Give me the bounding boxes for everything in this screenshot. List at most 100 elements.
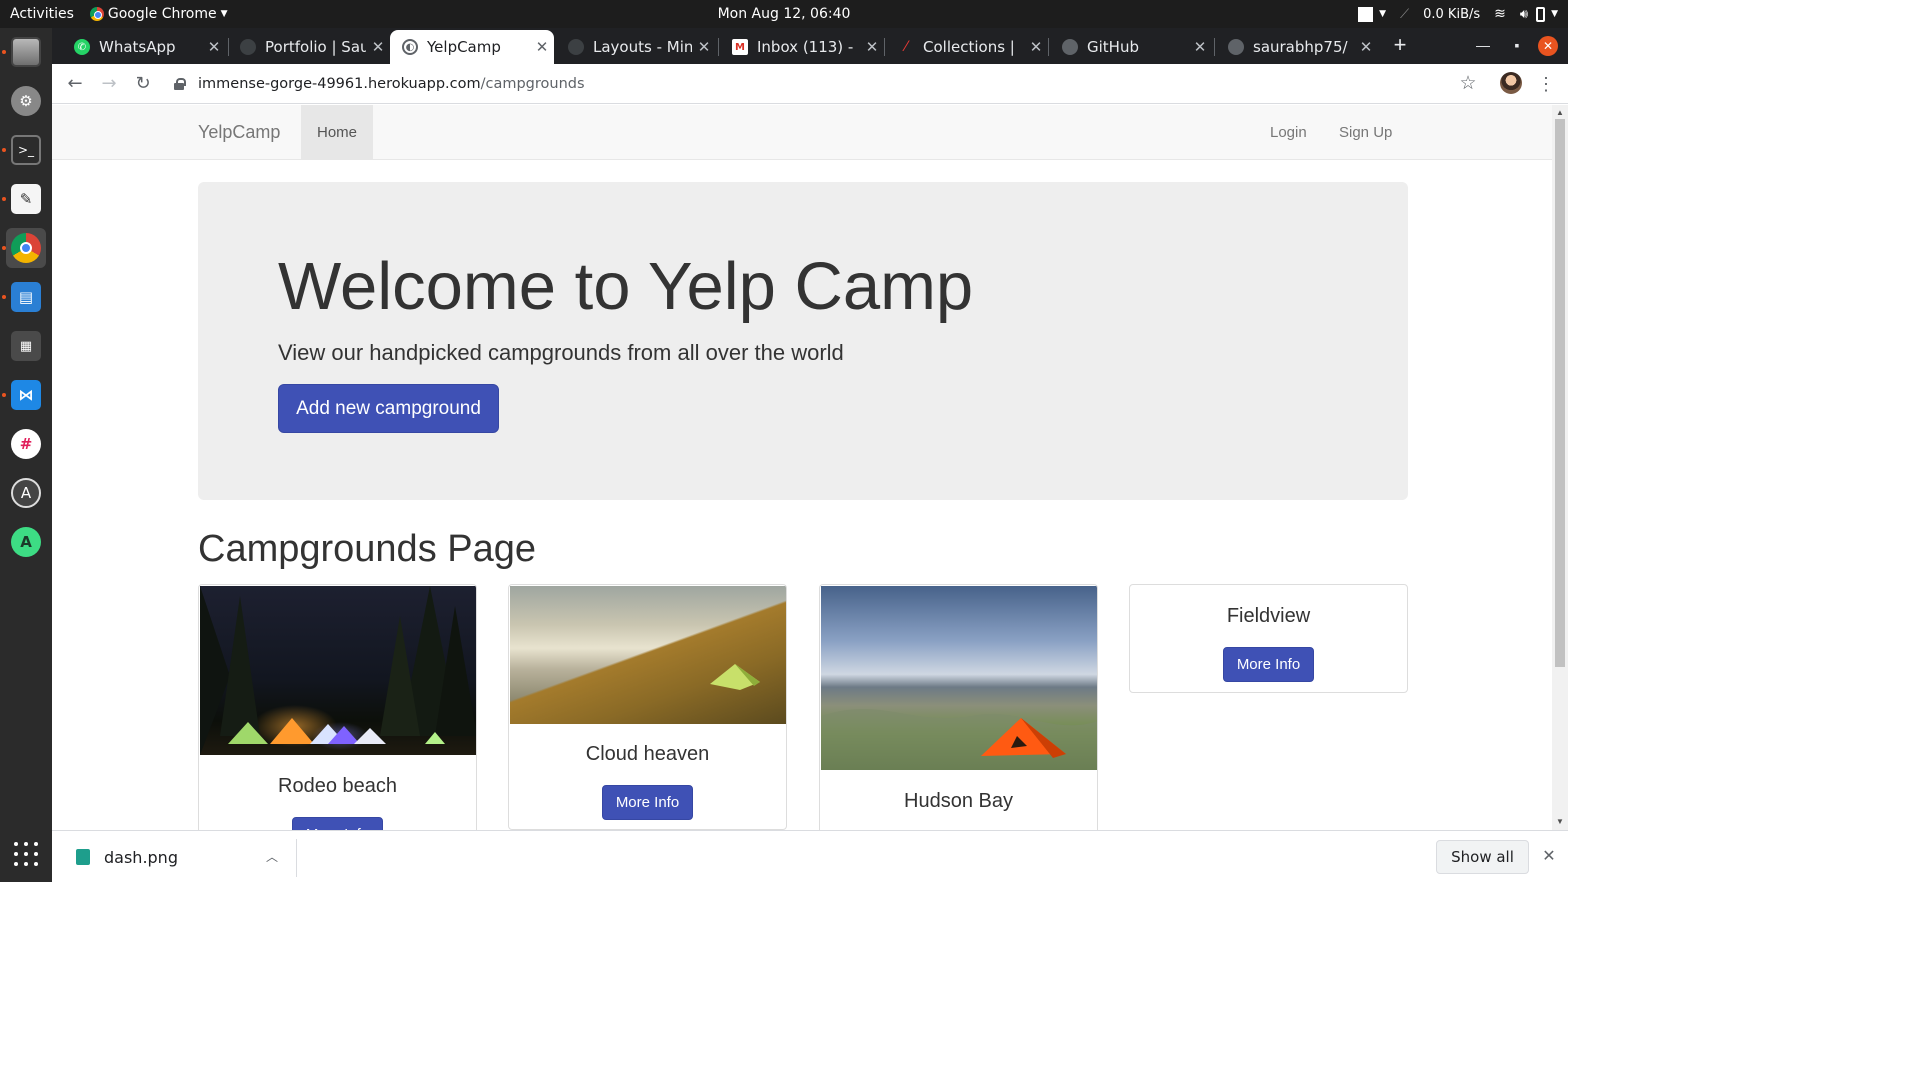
url-path: /campgrounds — [480, 76, 585, 92]
system-tray[interactable]: ▼ ⟋ 0.0 KiB/s ≋ 🔊︎ ▼ — [1358, 0, 1558, 28]
software-center-icon: A — [11, 478, 41, 508]
site-brand[interactable]: YelpCamp — [198, 105, 280, 160]
tab-title: WhatsApp — [99, 38, 176, 56]
tab-yelpcamp[interactable]: ◐ YelpCamp ✕ — [390, 30, 554, 64]
campground-image[interactable] — [510, 586, 786, 724]
tab-layouts[interactable]: Layouts - Min ✕ — [556, 30, 716, 64]
back-button[interactable]: ← — [62, 71, 88, 97]
globe-icon — [240, 39, 256, 55]
slack-icon: # — [11, 429, 41, 459]
clock[interactable]: Mon Aug 12, 06:40 — [718, 6, 851, 22]
close-window-button[interactable]: ✕ — [1538, 36, 1558, 56]
nav-signup-link[interactable]: Sign Up — [1339, 105, 1392, 160]
image-file-icon — [76, 849, 90, 865]
reload-button[interactable]: ↻ — [130, 71, 156, 97]
scroll-up-icon[interactable]: ▲ — [1556, 108, 1564, 117]
tab-saurabhp75[interactable]: saurabhp75/ ✕ — [1216, 30, 1378, 64]
dock-calculator[interactable]: ▦ — [6, 326, 46, 366]
dock-vscode[interactable]: ⋈ — [2, 375, 46, 415]
window-indicator-icon[interactable] — [1358, 6, 1374, 22]
nav-home-link[interactable]: Home — [301, 105, 373, 160]
dock-software-center[interactable]: A — [6, 473, 46, 513]
tab-collections[interactable]: ⁄ Collections | ✕ — [886, 30, 1048, 64]
close-icon[interactable]: ✕ — [860, 38, 884, 56]
maximize-button[interactable]: ▪ — [1504, 32, 1530, 58]
close-icon[interactable]: ✕ — [1188, 38, 1212, 56]
menu-kebab-icon[interactable]: ⋮ — [1536, 71, 1556, 97]
globe-icon: ◐ — [402, 39, 418, 55]
tab-strip: ✆ WhatsApp ✕ Portfolio | Sau ✕ ◐ YelpCam… — [52, 28, 1568, 64]
more-info-button[interactable]: More Info — [602, 785, 693, 820]
whatsapp-icon: ✆ — [74, 39, 90, 55]
files-icon — [11, 37, 41, 67]
tab-inbox[interactable]: M Inbox (113) - ✕ — [720, 30, 884, 64]
close-icon[interactable]: ✕ — [366, 38, 390, 56]
url-host: immense-gorge-49961.herokuapp.com — [198, 76, 481, 92]
avatar[interactable] — [1500, 72, 1522, 94]
download-shelf: dash.png ︿ Show all ✕ — [52, 830, 1568, 882]
show-all-button[interactable]: Show all — [1436, 840, 1529, 874]
close-icon[interactable]: ✕ — [1538, 845, 1560, 869]
close-icon[interactable]: ✕ — [692, 38, 716, 56]
campground-name: Fieldview — [1226, 605, 1311, 627]
section-title: Campgrounds Page — [198, 528, 536, 570]
close-icon[interactable]: ✕ — [1024, 38, 1048, 56]
more-info-button[interactable]: More Info — [292, 817, 383, 830]
campground-image[interactable] — [821, 586, 1097, 770]
tab-whatsapp[interactable]: ✆ WhatsApp ✕ — [62, 30, 226, 64]
close-icon[interactable]: ✕ — [202, 38, 226, 56]
address-bar[interactable]: immense-gorge-49961.herokuapp.com/campgr… — [174, 70, 1444, 98]
campground-card: Rodeo beach More Info — [198, 584, 477, 830]
nav-login-link[interactable]: Login — [1270, 105, 1307, 160]
forward-button[interactable]: → — [96, 71, 122, 97]
page-title: Welcome to Yelp Camp — [278, 249, 974, 324]
add-campground-button[interactable]: Add new campground — [278, 384, 499, 433]
writer-icon: ▤ — [11, 282, 41, 312]
scroll-down-icon[interactable]: ▼ — [1556, 817, 1564, 826]
new-tab-button[interactable]: + — [1386, 32, 1414, 58]
battery-icon — [1536, 6, 1546, 22]
browser-toolbar: ← → ↻ immense-gorge-49961.herokuapp.com /… — [52, 64, 1568, 104]
system-top-bar: Activities Google Chrome ▼ Mon Aug 12, 0… — [0, 0, 1568, 28]
campground-image[interactable] — [200, 586, 476, 755]
volume-icon: 🔊︎ — [1519, 6, 1529, 22]
show-applications-icon[interactable] — [14, 842, 38, 866]
chrome-icon — [89, 7, 104, 21]
chevron-down-icon: ▼ — [1379, 9, 1387, 19]
dock-files[interactable] — [2, 32, 46, 72]
dock-tools[interactable]: ⚙ — [6, 81, 46, 121]
tab-portfolio[interactable]: Portfolio | Sau ✕ — [228, 30, 390, 64]
gmail-icon: M — [732, 39, 748, 55]
download-item[interactable]: dash.png — [104, 831, 178, 883]
dock: ⚙ >_ ✎ ▤ ▦ ⋈ # A A — [0, 28, 52, 882]
minimize-button[interactable]: — — [1470, 32, 1496, 58]
app-menu[interactable]: Google Chrome ▼ — [89, 6, 228, 22]
terminal-icon: >_ — [11, 135, 41, 165]
net-speed: 0.0 KiB/s — [1423, 6, 1481, 22]
dock-chrome[interactable] — [2, 228, 46, 268]
activities-button[interactable]: Activities — [10, 6, 74, 22]
calculator-icon: ▦ — [11, 331, 41, 361]
close-icon[interactable]: ✕ — [530, 38, 554, 56]
dock-writer[interactable]: ▤ — [2, 277, 46, 317]
campground-name: Cloud heaven — [585, 743, 710, 765]
campground-card: Cloud heaven More Info — [508, 584, 787, 830]
site-navbar: YelpCamp Home Login Sign Up — [52, 105, 1552, 160]
close-icon[interactable]: ✕ — [1354, 38, 1378, 56]
page-subtitle: View our handpicked campgrounds from all… — [278, 340, 844, 365]
scrollbar-thumb[interactable] — [1555, 119, 1565, 667]
page-scrollbar[interactable]: ▲ ▼ — [1552, 105, 1568, 830]
dock-android-studio[interactable]: A — [6, 522, 46, 562]
dock-slack[interactable]: # — [6, 424, 46, 464]
chevron-down-icon: ▼ — [220, 9, 228, 19]
chevron-up-icon[interactable]: ︿ — [262, 845, 282, 869]
app-menu-label: Google Chrome — [107, 6, 217, 22]
chevron-down-icon: ▼ — [1551, 9, 1558, 19]
bookmark-star-icon[interactable]: ☆ — [1456, 71, 1480, 97]
tab-github[interactable]: GitHub ✕ — [1050, 30, 1212, 64]
dock-text-editor[interactable]: ✎ — [2, 179, 46, 219]
tab-title: YelpCamp — [427, 38, 501, 56]
more-info-button[interactable]: More Info — [1223, 647, 1314, 682]
dock-terminal[interactable]: >_ — [2, 130, 46, 170]
lock-icon — [174, 78, 186, 90]
